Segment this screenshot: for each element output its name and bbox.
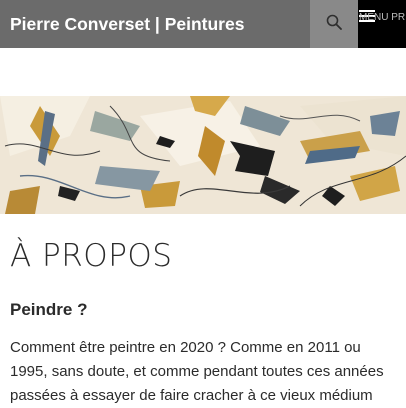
search-toggle-button[interactable] bbox=[310, 0, 358, 48]
site-header: Pierre Converset | Peintures Menu princi… bbox=[0, 0, 406, 48]
main-menu-label: Menu principal bbox=[359, 12, 406, 23]
site-title-link[interactable]: Pierre Converset | Peintures bbox=[10, 0, 244, 48]
page-title: À PROPOS bbox=[10, 238, 173, 274]
article-body-text: Comment être peintre en 2020 ? Comme en … bbox=[10, 339, 384, 404]
section-heading: Peindre ? bbox=[10, 300, 88, 319]
main-menu-toggle[interactable]: Menu principal bbox=[358, 0, 406, 48]
search-icon bbox=[326, 14, 342, 35]
header-banner-image bbox=[0, 96, 406, 214]
